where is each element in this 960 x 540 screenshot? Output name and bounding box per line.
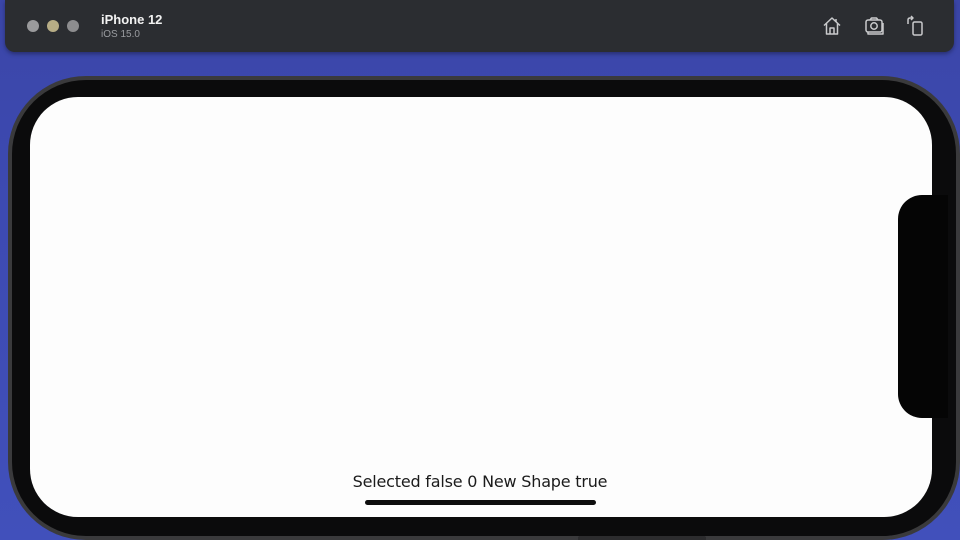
side-hardware-button bbox=[578, 536, 706, 540]
home-indicator[interactable] bbox=[365, 500, 596, 505]
status-label: Selected false 0 New Shape true bbox=[352, 472, 608, 491]
device-notch bbox=[898, 195, 948, 418]
simulator-titlebar: iPhone 12 iOS 15.0 bbox=[5, 0, 954, 52]
device-name: iPhone 12 bbox=[101, 12, 163, 27]
minimize-window-button[interactable] bbox=[47, 20, 59, 32]
zoom-window-button[interactable] bbox=[67, 20, 79, 32]
device-screen[interactable] bbox=[30, 97, 932, 517]
os-version: iOS 15.0 bbox=[101, 29, 140, 40]
rotate-icon[interactable] bbox=[904, 15, 926, 37]
close-window-button[interactable] bbox=[27, 20, 39, 32]
home-icon[interactable] bbox=[821, 15, 843, 37]
screenshot-icon[interactable] bbox=[863, 15, 885, 37]
